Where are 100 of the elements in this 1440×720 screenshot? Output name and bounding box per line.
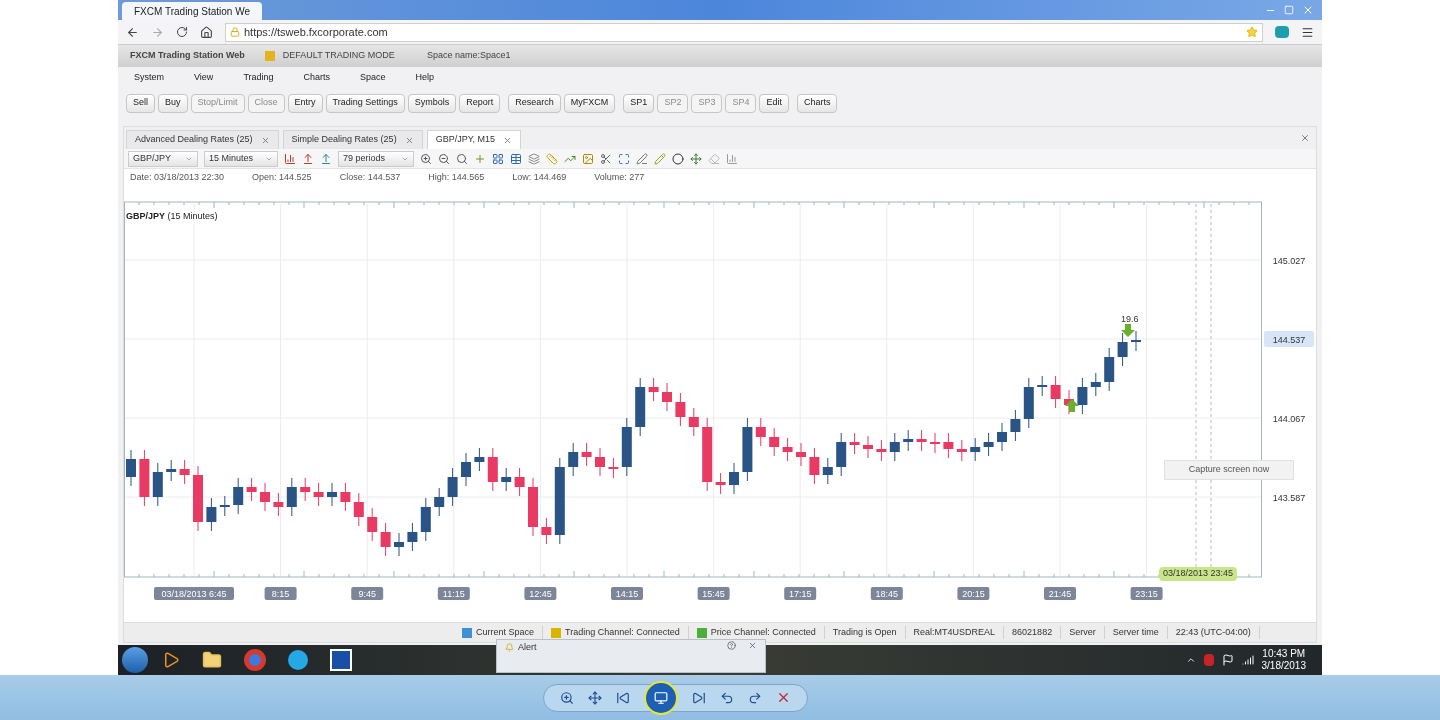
- app-icon[interactable]: [330, 649, 352, 671]
- candlestick: [688, 407, 699, 437]
- tab[interactable]: Advanced Dealing Rates (25): [126, 130, 279, 149]
- menu-icon[interactable]: [1301, 25, 1314, 39]
- marker-label: 19.6: [1121, 313, 1139, 326]
- candlestick: [528, 477, 538, 537]
- zoom-in-icon[interactable]: [420, 152, 432, 165]
- trading-mode: DEFAULT TRADING MODE: [281, 49, 396, 63]
- chart-type-icon[interactable]: [284, 152, 296, 165]
- menu-item[interactable]: Space: [360, 71, 386, 85]
- toolbar-button[interactable]: Charts: [796, 93, 838, 113]
- toolbar-button[interactable]: Symbols: [407, 93, 457, 113]
- screen-button[interactable]: [643, 680, 678, 715]
- toolbar-button[interactable]: Entry: [287, 93, 323, 113]
- extension-icon[interactable]: [1275, 26, 1289, 38]
- move-icon[interactable]: [690, 152, 702, 165]
- monitor-icon: [653, 690, 668, 705]
- chat-app-icon[interactable]: [288, 650, 308, 670]
- close-icon[interactable]: [503, 135, 512, 145]
- frame-icon[interactable]: [618, 152, 630, 165]
- toolbar-button[interactable]: MyFXCM: [563, 93, 616, 113]
- toolbar-button[interactable]: Report: [459, 93, 501, 113]
- bar-info: Date: 03/18/2013 22:30: [130, 170, 225, 184]
- menu-item[interactable]: Charts: [303, 71, 331, 85]
- back-icon[interactable]: [126, 25, 139, 39]
- browser-icon[interactable]: [244, 649, 266, 671]
- home-icon[interactable]: [200, 25, 213, 39]
- star-icon[interactable]: [1246, 26, 1258, 38]
- timeframe-select[interactable]: 15 Minutes: [204, 150, 278, 167]
- toolbar-button[interactable]: Edit: [759, 93, 789, 113]
- reload-icon[interactable]: [176, 26, 188, 38]
- flag-icon[interactable]: [1221, 654, 1234, 666]
- tray-expand-icon[interactable]: [1185, 655, 1196, 665]
- candlestick: [487, 447, 498, 492]
- browser-tab[interactable]: FXCM Trading Station We: [122, 2, 262, 20]
- menu-item[interactable]: Trading: [243, 71, 274, 85]
- close-icon[interactable]: [260, 135, 270, 145]
- candlestick: [943, 432, 954, 459]
- close-icon[interactable]: [404, 135, 414, 145]
- search-icon[interactable]: [456, 152, 468, 165]
- periods-select[interactable]: 79 periods: [338, 150, 414, 167]
- menu-item[interactable]: View: [194, 71, 214, 85]
- volume-icon[interactable]: [726, 152, 738, 165]
- help-icon[interactable]: [727, 641, 736, 650]
- close-icon[interactable]: [748, 641, 757, 650]
- scissors-icon[interactable]: [600, 152, 612, 165]
- candlestick: [930, 432, 940, 454]
- candlestick: [863, 435, 873, 459]
- ellipse-icon[interactable]: [672, 152, 684, 165]
- bar-info: Low: 144.469: [512, 170, 567, 184]
- folder-icon[interactable]: [202, 650, 222, 670]
- toolbar-button[interactable]: Sell: [126, 93, 155, 113]
- status-text: Current Space: [476, 625, 535, 639]
- skip-forward-icon[interactable]: [691, 690, 706, 705]
- image-icon[interactable]: [582, 152, 594, 165]
- candlestick: [1077, 377, 1088, 415]
- menu-item[interactable]: System: [134, 71, 164, 85]
- zoom-in-icon[interactable]: [559, 690, 574, 705]
- candlestick: [1050, 375, 1061, 409]
- clock-time: 10:43 PM: [1262, 648, 1306, 660]
- price-label: 143.587: [1272, 493, 1306, 503]
- candlestick: [849, 432, 860, 455]
- candlestick: [447, 467, 458, 507]
- media-player-icon[interactable]: [162, 651, 180, 669]
- toolbar-button[interactable]: Research: [508, 93, 561, 113]
- start-button[interactable]: [122, 647, 148, 673]
- toolbar-button[interactable]: Trading Settings: [325, 93, 405, 113]
- skip-back-icon[interactable]: [615, 690, 630, 705]
- toolbar-button[interactable]: SP1: [623, 93, 655, 113]
- status-text: Trading Channel: Connected: [565, 625, 680, 639]
- candlestick: [420, 497, 431, 542]
- tray-app-icon[interactable]: [1203, 654, 1214, 666]
- table-icon[interactable]: [510, 152, 522, 165]
- toolbar-button[interactable]: Buy: [158, 93, 188, 113]
- undo-icon[interactable]: [719, 690, 734, 705]
- layers-icon[interactable]: [528, 152, 540, 165]
- grid-icon[interactable]: [492, 152, 504, 165]
- candlestick: [970, 437, 981, 462]
- zoom-out-icon[interactable]: [438, 152, 450, 165]
- status-text: Server time: [1112, 625, 1159, 639]
- candlestick: [273, 492, 284, 517]
- candlestick: [568, 442, 579, 477]
- candlestick: [1117, 332, 1128, 367]
- symbol-select[interactable]: GBP/JPY: [128, 150, 198, 167]
- tab[interactable]: Simple Dealing Rates (25): [282, 130, 423, 149]
- redo-icon[interactable]: [747, 690, 762, 705]
- fit-icon[interactable]: [587, 690, 602, 705]
- close-icon[interactable]: [1300, 133, 1310, 143]
- tab[interactable]: GBP/JPY, M15: [426, 130, 521, 149]
- candlestick: [300, 477, 311, 502]
- menu-item[interactable]: Help: [415, 71, 435, 85]
- arrow-up-icon[interactable]: [302, 152, 314, 165]
- pencil-icon[interactable]: [654, 152, 666, 165]
- candlestick: [675, 392, 686, 427]
- close-icon[interactable]: [1302, 4, 1314, 16]
- arrow-up-icon[interactable]: [320, 152, 332, 165]
- address-field[interactable]: https://tsweb.fxcorporate.com: [225, 22, 1263, 42]
- pen-icon[interactable]: [636, 152, 648, 165]
- status-text: 86021882: [1012, 625, 1053, 639]
- price-label: 144.537: [1264, 331, 1314, 347]
